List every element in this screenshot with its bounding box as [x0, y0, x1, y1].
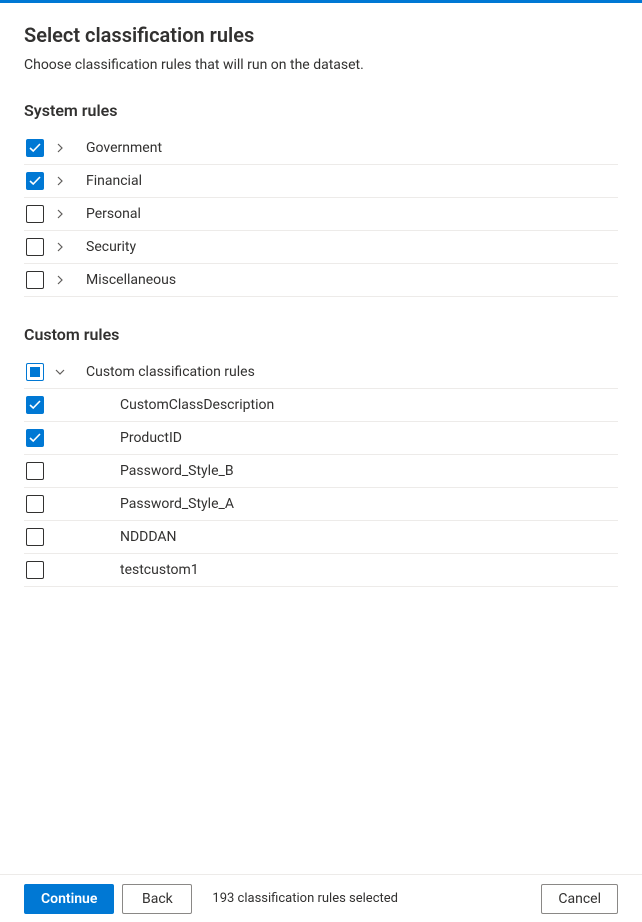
page-subtitle: Choose classification rules that will ru…: [24, 57, 618, 73]
rule-row-financial: Financial: [24, 165, 618, 198]
checkbox-ndddan[interactable]: [26, 528, 44, 546]
page-title: Select classification rules: [24, 23, 618, 47]
footer: Continue Back 193 classification rules s…: [0, 874, 642, 922]
checkbox-financial[interactable]: [26, 172, 44, 190]
rule-label: Custom classification rules: [76, 364, 255, 380]
chevron-down-icon[interactable]: [44, 366, 76, 378]
rule-label: Security: [76, 239, 136, 255]
back-button[interactable]: Back: [122, 884, 192, 914]
chevron-right-icon[interactable]: [44, 142, 76, 154]
checkbox-personal[interactable]: [26, 205, 44, 223]
continue-button[interactable]: Continue: [24, 884, 114, 914]
cancel-button[interactable]: Cancel: [541, 884, 618, 914]
rule-row-productid: ProductID: [24, 422, 618, 455]
rule-label: CustomClassDescription: [120, 397, 274, 413]
rule-label: Government: [76, 140, 162, 156]
rule-row-personal: Personal: [24, 198, 618, 231]
indeterminate-icon: [30, 367, 40, 377]
checkbox-security[interactable]: [26, 238, 44, 256]
rule-row-testcustom1: testcustom1: [24, 554, 618, 587]
checkbox-password-style-b[interactable]: [26, 462, 44, 480]
rule-label: Password_Style_A: [120, 496, 234, 512]
chevron-right-icon[interactable]: [44, 208, 76, 220]
checkbox-productid[interactable]: [26, 429, 44, 447]
system-rules-section: System rules Government Financial: [24, 101, 618, 297]
checkbox-custom-parent[interactable]: [26, 363, 44, 381]
rule-label: Password_Style_B: [120, 463, 234, 479]
rule-row-password-style-a: Password_Style_A: [24, 488, 618, 521]
rule-label: NDDDAN: [120, 529, 177, 545]
rule-row-miscellaneous: Miscellaneous: [24, 264, 618, 297]
rule-row-government: Government: [24, 132, 618, 165]
rule-row-security: Security: [24, 231, 618, 264]
rule-row-customclassdescription: CustomClassDescription: [24, 389, 618, 422]
custom-rules-section: Custom rules Custom classification rules…: [24, 325, 618, 587]
rule-label: Personal: [76, 206, 141, 222]
custom-rules-title: Custom rules: [24, 325, 618, 344]
status-text: 193 classification rules selected: [212, 891, 398, 906]
rule-row-ndddan: NDDDAN: [24, 521, 618, 554]
rule-label: Miscellaneous: [76, 272, 176, 288]
chevron-right-icon[interactable]: [44, 175, 76, 187]
checkbox-government[interactable]: [26, 139, 44, 157]
checkbox-miscellaneous[interactable]: [26, 271, 44, 289]
rule-label: Financial: [76, 173, 142, 189]
chevron-right-icon[interactable]: [44, 274, 76, 286]
checkbox-testcustom1[interactable]: [26, 561, 44, 579]
system-rules-title: System rules: [24, 101, 618, 120]
rule-label: ProductID: [120, 430, 182, 446]
chevron-right-icon[interactable]: [44, 241, 76, 253]
checkbox-password-style-a[interactable]: [26, 495, 44, 513]
rule-label: testcustom1: [120, 562, 199, 578]
checkbox-customclassdescription[interactable]: [26, 396, 44, 414]
rule-row-custom-parent: Custom classification rules: [24, 356, 618, 389]
rule-row-password-style-b: Password_Style_B: [24, 455, 618, 488]
